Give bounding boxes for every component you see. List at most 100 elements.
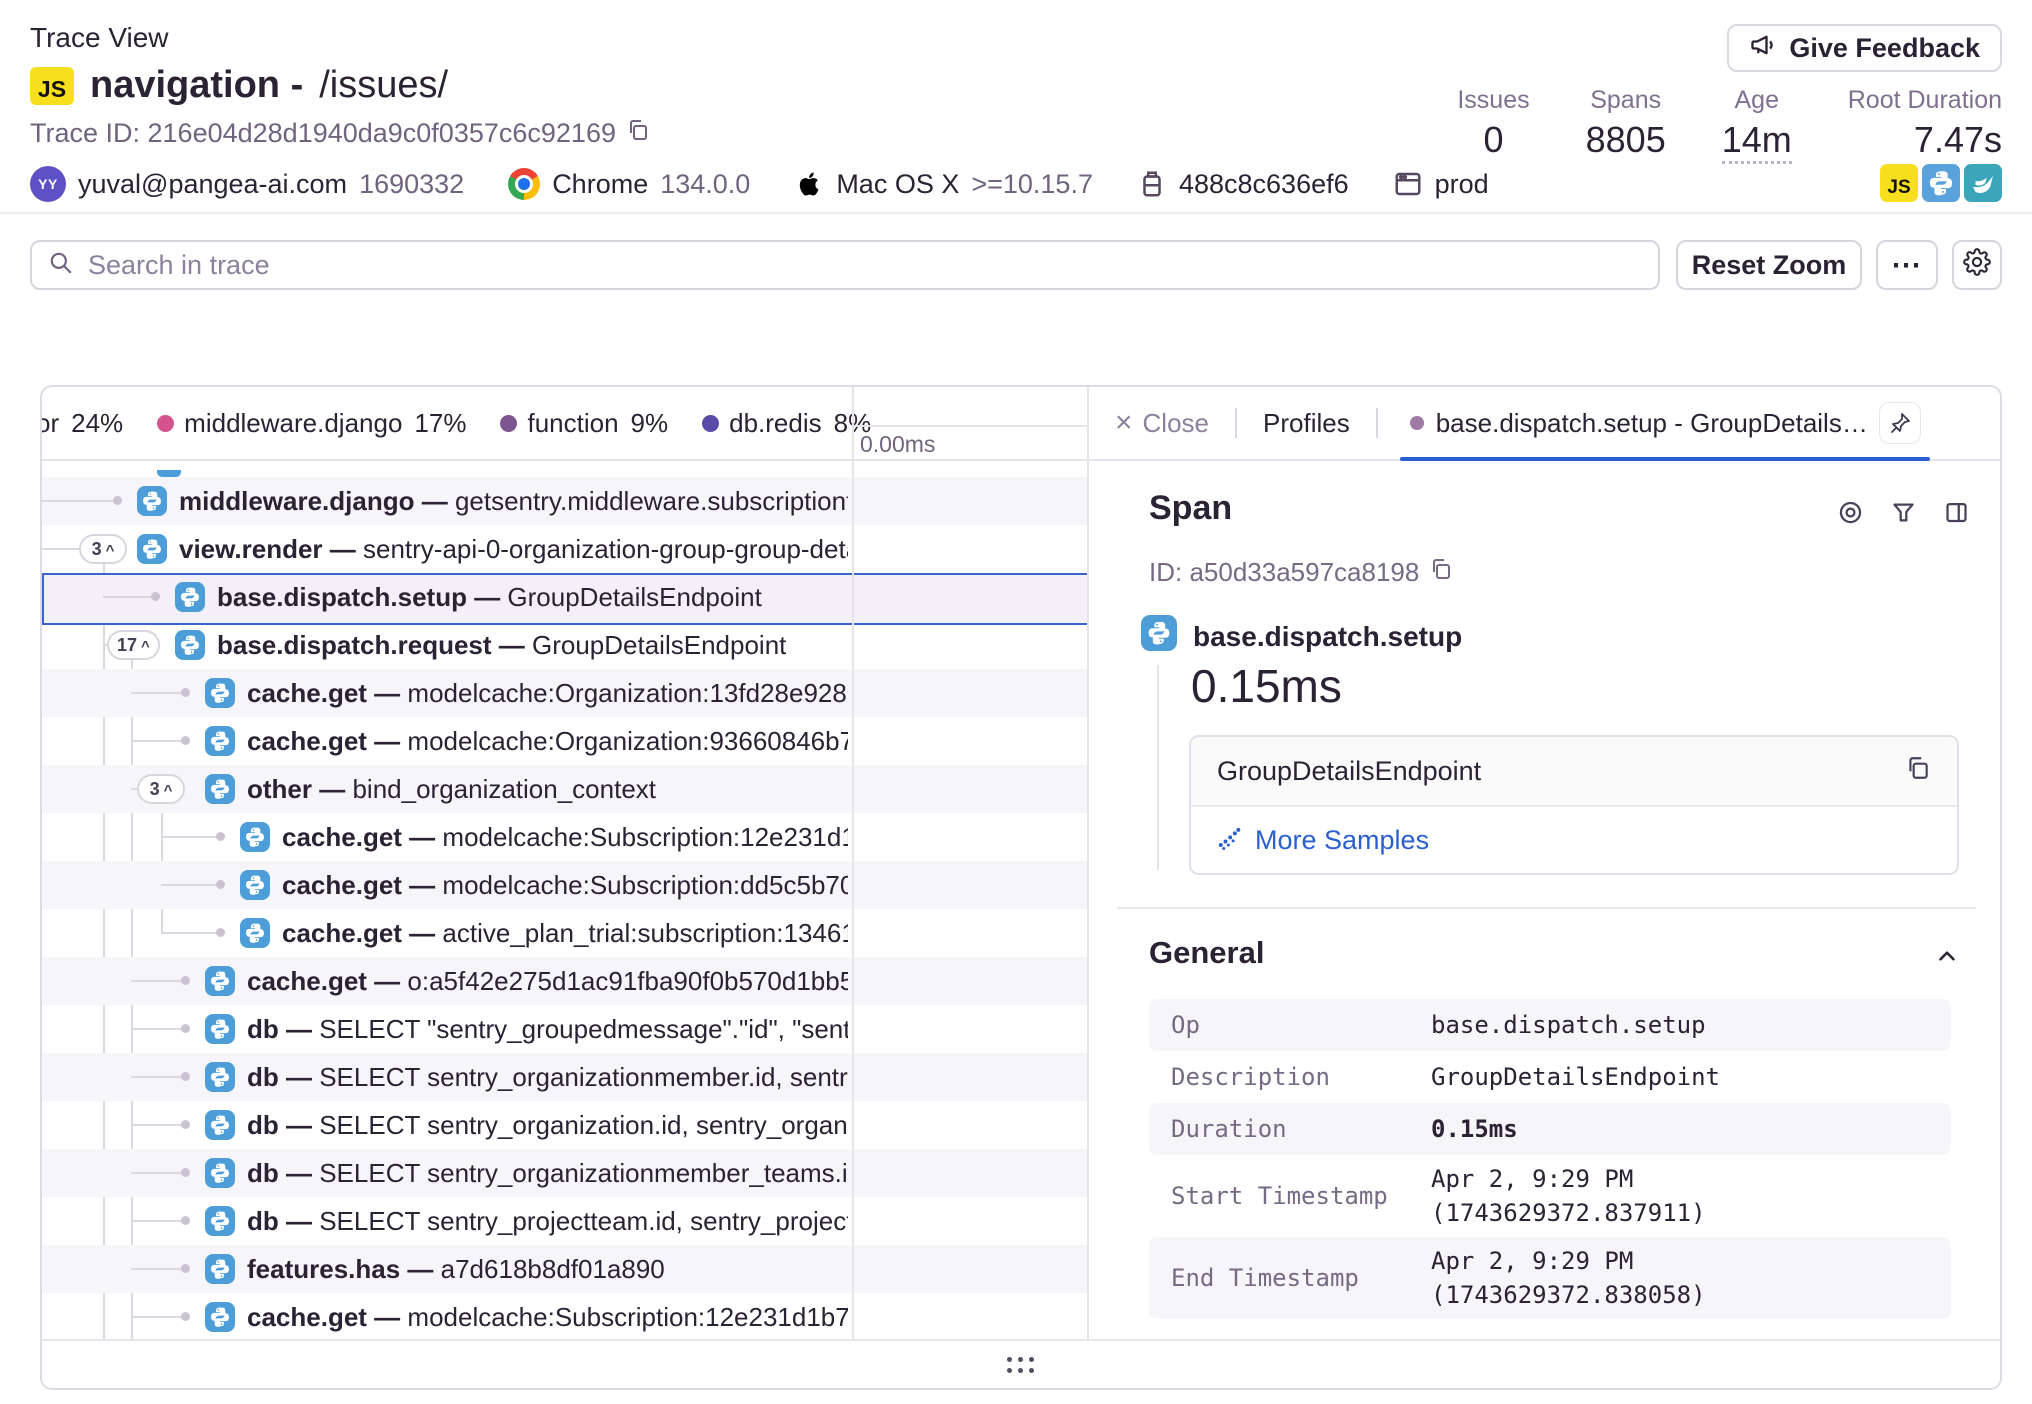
span-tree-row[interactable]: cache.get — active_plan_trial:subscripti…: [42, 909, 1087, 957]
funnel-icon[interactable]: [1890, 499, 1917, 531]
legend-dot: [157, 415, 174, 432]
avatar: YY: [30, 166, 66, 202]
span-tree-row[interactable]: 17^ base.dispatch.request — GroupDetailsE…: [42, 621, 1087, 669]
tree-node-dot: [181, 1024, 190, 1033]
environment-meta: prod: [1393, 169, 1489, 200]
collapse-count-badge[interactable]: 17^: [107, 630, 160, 660]
tree-node-dot: [216, 880, 225, 889]
span-tree-row[interactable]: db — SELECT sentry_organizationmember.id…: [42, 1053, 1087, 1101]
search-input[interactable]: [88, 250, 1642, 281]
span-tree-row[interactable]: db — SELECT sentry_organizationmember_te…: [42, 1149, 1087, 1197]
span-tree-row[interactable]: db — SELECT "sentry_groupedmessage"."id"…: [42, 1005, 1087, 1053]
span-tree-row[interactable]: cache.get — modelcache:Organization:13fd…: [42, 669, 1087, 717]
trace-id-text: Trace ID: 216e04d28d1940da9c0f0357c6c921…: [30, 118, 616, 149]
span-id-text: ID: a50d33a597ca8198: [1149, 557, 1419, 588]
tree-node-dot: [216, 832, 225, 841]
collapse-count-badge[interactable]: 3^: [137, 774, 185, 804]
copy-icon[interactable]: [626, 118, 650, 149]
copy-icon[interactable]: [1429, 557, 1453, 588]
close-icon: ×: [1115, 408, 1133, 438]
legend-dot: [500, 415, 517, 432]
give-feedback-label: Give Feedback: [1789, 33, 1980, 64]
panel-footer: [42, 1339, 2000, 1390]
span-row-label: cache.get — modelcache:Subscription:dd5c…: [282, 861, 848, 909]
close-tab-button[interactable]: ×Close: [1115, 408, 1209, 439]
python-icon: [205, 966, 235, 996]
tree-node-dot: [181, 1120, 190, 1129]
span-tree-row[interactable]: features.has — a7d618b8df01a890: [42, 1245, 1087, 1293]
trace-stats: Issues 0 Spans 8805 Age 14m Root Duratio…: [1457, 86, 2002, 164]
more-options-button[interactable]: ⋯: [1876, 240, 1938, 290]
legend-item: function9%: [500, 408, 668, 439]
tree-connector: [131, 1124, 185, 1126]
span-tree-row[interactable]: 3^view.render — sentry-api-0-organizatio…: [42, 525, 1087, 573]
general-key: Op: [1171, 1011, 1431, 1039]
trace-view-screen: Trace View Give Feedback JS navigation -…: [0, 0, 2032, 1404]
python-platform-icon: [1922, 164, 1960, 202]
megaphone-icon: [1749, 31, 1777, 66]
span-header-actions: [1837, 499, 1970, 531]
span-tree-row[interactable]: db — SELECT sentry_organization.id, sent…: [42, 1101, 1087, 1149]
pin-tab-button[interactable]: [1880, 403, 1920, 443]
span-tree-row[interactable]: cache.get — modelcache:Subscription:dd5c…: [42, 861, 1087, 909]
apple-icon: [794, 169, 824, 199]
python-icon: [240, 822, 270, 852]
span-tree-row[interactable]: cache.get — modelcache:Subscription:12e2…: [42, 813, 1087, 861]
tab-profiles[interactable]: Profiles: [1263, 408, 1350, 439]
span-detail-panel: ×Close Profiles base.dispatch.setup - Gr…: [1087, 387, 2002, 1339]
user-meta: YY yuval@pangea-ai.com 1690332: [30, 166, 464, 202]
python-icon: [205, 1062, 235, 1092]
waterfall-divider[interactable]: [852, 387, 854, 1339]
tab-separator: [1235, 408, 1237, 438]
span-tree-row[interactable]: 3^other — bind_organization_context: [42, 765, 1087, 813]
span-tree-row[interactable]: cache.get — modelcache:Subscription:12e2…: [42, 1293, 1087, 1339]
stat-issues-value: 0: [1483, 119, 1503, 161]
focus-target-icon[interactable]: [1837, 499, 1864, 531]
reset-zoom-button[interactable]: Reset Zoom: [1676, 240, 1862, 290]
span-tree-row[interactable]: middleware.django — getsentry.middleware…: [42, 477, 1087, 525]
tree-node-dot: [113, 496, 122, 505]
settings-button[interactable]: [1952, 240, 2002, 290]
span-row-label: cache.get — modelcache:Subscription:12e2…: [247, 1293, 848, 1339]
header-divider: [0, 212, 2032, 214]
python-icon: [175, 582, 205, 612]
stat-spans-label: Spans: [1590, 86, 1661, 115]
span-row-label: cache.get — o:a5f42e275d1ac91fba90f0b570…: [247, 957, 848, 1005]
legend-item: or24%: [42, 408, 123, 439]
copy-icon[interactable]: [1905, 755, 1931, 788]
span-tree-row[interactable]: cache.get — modelcache:Organization:9366…: [42, 717, 1087, 765]
side-panel-icon[interactable]: [1943, 499, 1970, 531]
span-tree-row[interactable]: base.dispatch.setup — GroupDetailsEndpoi…: [42, 573, 1087, 621]
user-email: yuval@pangea-ai.com: [78, 169, 347, 200]
general-key: Description: [1171, 1063, 1431, 1091]
span-guide-line: [1157, 665, 1159, 870]
tree-node-dot: [181, 736, 190, 745]
collapse-count-badge[interactable]: 3^: [79, 534, 127, 564]
tree-connector: [161, 836, 220, 838]
tab-active-span[interactable]: base.dispatch.setup - GroupDetails…: [1404, 387, 1926, 459]
chevron-up-icon[interactable]: [1934, 943, 1960, 969]
legend-item: db.redis8%: [702, 408, 871, 439]
device-id: 488c8c636ef6: [1179, 169, 1349, 200]
clipped-row: [42, 461, 1087, 477]
platform-badges: JS: [1880, 164, 2002, 202]
stat-age: Age 14m: [1722, 86, 1792, 164]
tree-connector: [131, 980, 185, 982]
span-tree-row[interactable]: db — SELECT sentry_projectteam.id, sentr…: [42, 1197, 1087, 1245]
drag-handle[interactable]: [1007, 1357, 1035, 1374]
more-samples-link[interactable]: More Samples: [1255, 825, 1429, 856]
stat-root-duration: Root Duration 7.47s: [1848, 86, 2002, 164]
transaction-name: navigation -: [90, 64, 303, 107]
wing-platform-icon: [1964, 164, 2002, 202]
give-feedback-button[interactable]: Give Feedback: [1727, 24, 2002, 72]
tree-connector: [161, 932, 220, 934]
tree-connector: [131, 1076, 185, 1078]
python-icon: [137, 534, 167, 564]
browser-name: Chrome: [552, 169, 648, 200]
trace-meta-row: YY yuval@pangea-ai.com 1690332 Chrome 13…: [30, 160, 1489, 208]
span-row-label: base.dispatch.request — GroupDetailsEndp…: [217, 621, 786, 669]
span-description-card: GroupDetailsEndpoint More Samples: [1189, 735, 1959, 875]
python-icon: [205, 1158, 235, 1188]
span-tree-row[interactable]: cache.get — o:a5f42e275d1ac91fba90f0b570…: [42, 957, 1087, 1005]
tree-node-dot: [181, 1312, 190, 1321]
